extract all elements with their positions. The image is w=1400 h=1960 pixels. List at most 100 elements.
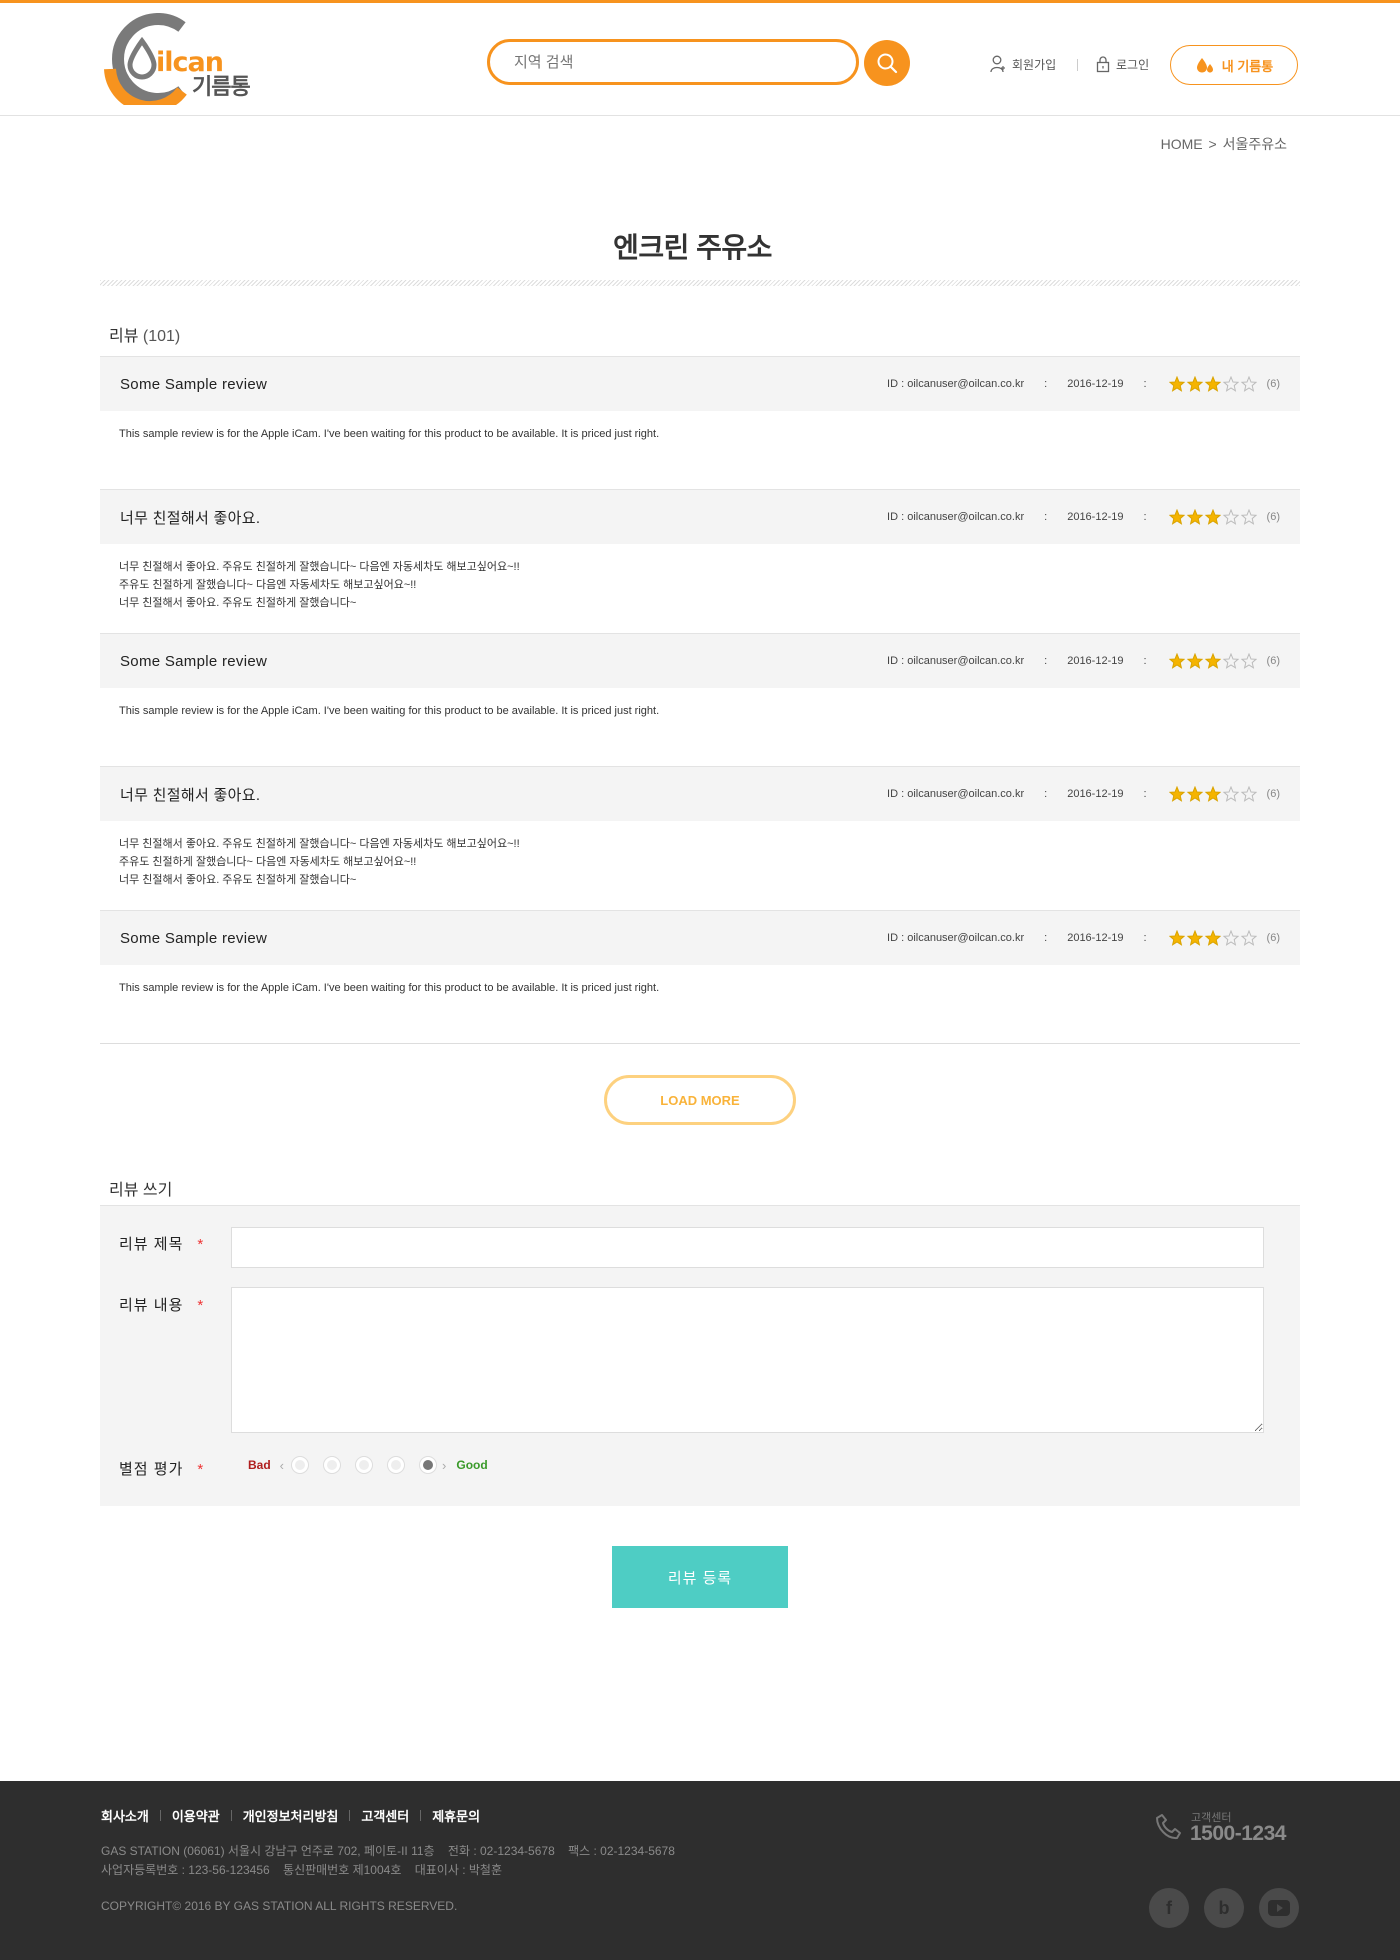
- review-item: Some Sample review ID : oilcanuser@oilcan…: [100, 633, 1300, 766]
- footer-link[interactable]: 회사소개: [101, 1806, 149, 1825]
- my-tank-button[interactable]: 내 기름통: [1170, 45, 1298, 85]
- review-rating-count: (6): [1266, 932, 1280, 944]
- rating-radio[interactable]: [323, 1456, 342, 1474]
- title-divider: [100, 280, 1300, 286]
- review-body: 너무 친절해서 좋아요. 주유도 친절하게 잘했습니다~ 다음엔 자동세차도 해…: [100, 544, 1300, 633]
- blog-icon[interactable]: b: [1204, 1888, 1244, 1928]
- page-title: 엔크린 주유소: [613, 232, 772, 263]
- login-link[interactable]: 로그인: [1096, 55, 1149, 73]
- review-title: 너무 친절해서 좋아요.: [120, 786, 261, 804]
- star-filled-icon: [1186, 509, 1203, 525]
- youtube-icon[interactable]: [1259, 1888, 1299, 1928]
- write-review-form: 리뷰 제목 * 리뷰 내용 * 별점 평가 * Bad ‹ › Good: [100, 1205, 1300, 1506]
- review-body: This sample review is for the Apple iCam…: [100, 411, 1300, 489]
- review-item: 너무 친절해서 좋아요. ID : oilcanuser@oilcan.co.kr…: [100, 489, 1300, 633]
- review-title-label: 리뷰 제목 *: [119, 1233, 204, 1254]
- review-body-line: 너무 친절해서 좋아요. 주유도 친절하게 잘했습니다~: [119, 874, 357, 886]
- star-filled-icon: [1186, 786, 1203, 802]
- search-input[interactable]: [487, 39, 859, 85]
- star-filled-icon: [1186, 376, 1203, 392]
- review-rating-count: (6): [1266, 788, 1280, 800]
- footer-links: 회사소개 이용약관 개인정보처리방침 고객센터 제휴문의: [101, 1806, 480, 1825]
- breadcrumb-home[interactable]: HOME: [1161, 136, 1203, 152]
- footer-link[interactable]: 개인정보처리방침: [243, 1806, 339, 1825]
- required-mark: *: [197, 1236, 205, 1253]
- meta-separator: :: [1143, 378, 1147, 390]
- rating-label: 별점 평가 *: [119, 1458, 204, 1479]
- rating-radio[interactable]: [291, 1456, 310, 1474]
- review-title-label-text: 리뷰 제목: [119, 1236, 184, 1253]
- review-header: Some Sample review ID : oilcanuser@oilcan…: [100, 633, 1300, 688]
- login-label: 로그인: [1116, 57, 1150, 72]
- rating-radio-dot: [295, 1460, 306, 1470]
- star-filled-icon: [1186, 653, 1203, 669]
- review-item: 너무 친절해서 좋아요. ID : oilcanuser@oilcan.co.kr…: [100, 766, 1300, 910]
- star-filled-icon: [1168, 376, 1185, 392]
- review-title: 너무 친절해서 좋아요.: [120, 509, 261, 527]
- review-body-line: This sample review is for the Apple iCam…: [119, 428, 660, 440]
- rating-bad-label: Bad: [248, 1458, 271, 1472]
- star-empty-icon: [1222, 509, 1239, 525]
- star-empty-icon: [1222, 930, 1239, 946]
- review-item: Some Sample review ID : oilcanuser@oilcan…: [100, 356, 1300, 489]
- review-body-line: 주유도 친절하게 잘했습니다~ 다음엔 자동세차도 해보고싶어요~!!: [119, 856, 417, 868]
- review-list: Some Sample review ID : oilcanuser@oilcan…: [100, 356, 1300, 1043]
- review-body-line: 너무 친절해서 좋아요. 주유도 친절하게 잘했습니다~ 다음엔 자동세차도 해…: [119, 561, 520, 573]
- meta-separator: :: [1143, 932, 1147, 944]
- submit-review-button[interactable]: 리뷰 등록: [612, 1546, 788, 1608]
- star-empty-icon: [1222, 376, 1239, 392]
- rating-radio[interactable]: [387, 1456, 406, 1474]
- required-mark: *: [197, 1297, 205, 1314]
- review-date: 2016-12-19: [1067, 655, 1124, 667]
- phone-icon: [1156, 1814, 1181, 1840]
- user-icon: [990, 55, 1005, 73]
- review-content-label: 리뷰 내용 *: [119, 1294, 204, 1315]
- youtube-play-icon: [1268, 1900, 1290, 1916]
- review-meta: ID : oilcanuser@oilcan.co.kr: 2016-12-19:…: [887, 653, 1280, 669]
- chevron-right-icon: ›: [442, 1457, 447, 1473]
- load-more-button[interactable]: LOAD MORE: [604, 1075, 796, 1125]
- site-footer: 회사소개 이용약관 개인정보처리방침 고객센터 제휴문의 GAS STATION (06…: [0, 1781, 1400, 1960]
- meta-separator: :: [1143, 511, 1147, 523]
- footer-link-divider: [159, 1810, 161, 1821]
- rating-good-label: Good: [456, 1458, 488, 1472]
- rating-radio[interactable]: [419, 1456, 438, 1474]
- rating-label-text: 별점 평가: [119, 1461, 184, 1478]
- review-star-rating: [1168, 376, 1259, 392]
- footer-address: GAS STATION (06061) 서울시 강남구 언주로 702, 페이토…: [101, 1844, 675, 1858]
- review-star-rating: [1168, 786, 1259, 802]
- util-divider: [1077, 59, 1078, 71]
- review-date: 2016-12-19: [1067, 788, 1124, 800]
- review-content-textarea[interactable]: [231, 1287, 1264, 1433]
- star-empty-icon: [1222, 786, 1239, 802]
- review-author-id: ID : oilcanuser@oilcan.co.kr: [887, 655, 1025, 667]
- review-content-label-text: 리뷰 내용: [119, 1297, 184, 1314]
- review-author-id: ID : oilcanuser@oilcan.co.kr: [887, 788, 1025, 800]
- footer-link-divider: [420, 1810, 422, 1821]
- reviews-section-title: 리뷰 (101): [109, 322, 180, 346]
- review-body-line: This sample review is for the Apple iCam…: [119, 982, 660, 994]
- footer-copyright: COPYRIGHT© 2016 BY GAS STATION ALL RIGHT…: [101, 1899, 458, 1913]
- review-title-input[interactable]: [231, 1227, 1264, 1268]
- meta-separator: :: [1044, 788, 1048, 800]
- review-title: Some Sample review: [120, 929, 268, 947]
- rating-radio[interactable]: [355, 1456, 374, 1474]
- footer-link[interactable]: 고객센터: [361, 1806, 409, 1825]
- review-star-rating: [1168, 653, 1259, 669]
- star-empty-icon: [1240, 786, 1257, 802]
- review-star-rating: [1168, 930, 1259, 946]
- signup-link[interactable]: 회원가입: [990, 55, 1056, 73]
- facebook-icon[interactable]: f: [1149, 1888, 1189, 1928]
- review-meta: ID : oilcanuser@oilcan.co.kr: 2016-12-19:…: [887, 376, 1280, 392]
- review-body-line: This sample review is for the Apple iCam…: [119, 705, 660, 717]
- footer-link[interactable]: 제휴문의: [432, 1806, 480, 1825]
- customer-center-phone: 1500-1234: [1190, 1822, 1286, 1845]
- footer-link-divider: [230, 1810, 232, 1821]
- logo[interactable]: ilcan 기름통: [100, 13, 251, 105]
- search-button[interactable]: [864, 40, 910, 86]
- review-date: 2016-12-19: [1067, 511, 1124, 523]
- rating-radio-dot: [423, 1460, 434, 1470]
- star-filled-icon: [1204, 653, 1221, 669]
- reviews-count: (101): [142, 328, 181, 345]
- footer-link[interactable]: 이용약관: [172, 1806, 220, 1825]
